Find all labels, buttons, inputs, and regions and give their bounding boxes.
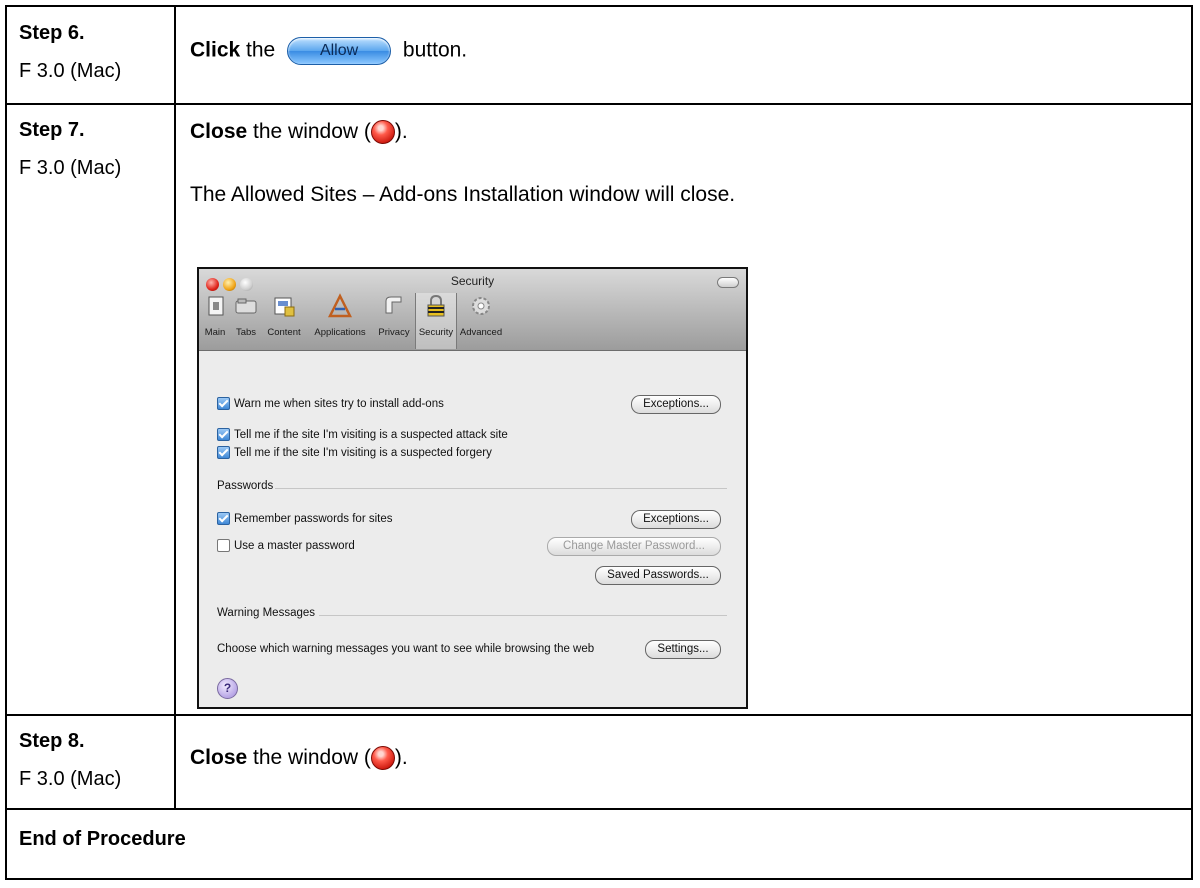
security-pane: Warn me when sites try to install add-on… [199, 351, 746, 707]
main-icon [208, 296, 224, 316]
warning-settings-button[interactable]: Settings... [645, 640, 721, 659]
gear-icon [472, 297, 490, 315]
instruction-text: the window ( [247, 746, 371, 769]
step-platform: F 3.0 (Mac) [19, 157, 122, 179]
warning-messages-section-header: Warning Messages [217, 607, 316, 619]
attack-site-option[interactable]: Tell me if the site I'm visiting is a su… [217, 427, 508, 443]
step-label-cell: Step 8. F 3.0 (Mac) [5, 714, 176, 810]
close-icon [370, 120, 395, 145]
step-instruction: Click the Allow button. [190, 37, 467, 65]
procedure-document: Step 6. F 3.0 (Mac) Click the Allow butt… [0, 0, 1200, 888]
warn-addons-checkbox[interactable] [217, 397, 230, 411]
option-label: Tell me if the site I'm visiting is a su… [234, 447, 492, 459]
tab-label: Applications [314, 327, 366, 338]
instruction-text: ). [394, 746, 408, 769]
remember-passwords-option[interactable]: Remember passwords for sites [217, 511, 393, 527]
tab-label: Privacy [378, 327, 410, 338]
applications-icon [327, 293, 353, 318]
help-button[interactable]: ? [217, 678, 238, 699]
window-title: Security [450, 274, 495, 288]
option-label: Remember passwords for sites [234, 513, 393, 525]
addons-exceptions-button[interactable]: Exceptions... [631, 395, 721, 414]
tab-security[interactable]: Security [415, 293, 457, 349]
end-cell: End of Procedure [5, 808, 1193, 880]
step-note: The Allowed Sites – Add-ons Installation… [190, 183, 736, 206]
master-password-checkbox[interactable] [217, 539, 230, 553]
change-master-password-button[interactable]: Change Master Password... [547, 537, 721, 556]
tab-content[interactable]: Content [263, 293, 305, 349]
instruction-verb: Close [190, 120, 248, 143]
tab-label: Tabs [235, 327, 257, 338]
step-row: Step 8. F 3.0 (Mac) Close the window (). [5, 714, 1193, 810]
option-label: Tell me if the site I'm visiting is a su… [234, 429, 508, 441]
option-label: Use a master password [234, 540, 355, 552]
attack-site-checkbox[interactable] [217, 428, 230, 442]
instruction-text: the window ( [247, 120, 371, 143]
window-titlebar: Security Main Tabs Content Applications … [199, 269, 746, 351]
step-row: Step 6. F 3.0 (Mac) Click the Allow butt… [5, 5, 1193, 105]
step-platform: F 3.0 (Mac) [19, 768, 122, 790]
warn-addons-option[interactable]: Warn me when sites try to install add-on… [217, 396, 444, 412]
tab-label: Security [418, 327, 454, 338]
instruction-text: button. [397, 38, 468, 62]
end-row: End of Procedure [5, 808, 1193, 880]
content-icon [274, 297, 295, 317]
instruction-verb: Click [190, 38, 241, 62]
master-password-option[interactable]: Use a master password [217, 538, 355, 554]
step-title: Step 7. [19, 119, 85, 141]
tab-tabs[interactable]: Tabs [233, 293, 259, 349]
passwords-exceptions-button[interactable]: Exceptions... [631, 510, 721, 529]
tab-applications[interactable]: Applications [309, 293, 371, 349]
tab-privacy[interactable]: Privacy [375, 293, 413, 349]
tab-label: Content [267, 327, 301, 338]
warning-messages-text: Choose which warning messages you want t… [217, 643, 595, 655]
tab-advanced[interactable]: Advanced [459, 293, 503, 349]
instruction-text: the [240, 38, 282, 62]
security-preferences-window: Security Main Tabs Content Applications … [197, 267, 748, 709]
step-instruction-cell: Click the Allow button. [174, 5, 1193, 105]
tabs-icon [235, 298, 257, 314]
allow-button-image: Allow [287, 37, 392, 65]
forgery-option[interactable]: Tell me if the site I'm visiting is a su… [217, 445, 492, 461]
close-icon [370, 746, 395, 771]
end-of-procedure: End of Procedure [19, 828, 186, 850]
step-title: Step 6. [19, 22, 85, 44]
step-platform: F 3.0 (Mac) [19, 60, 122, 82]
instruction-verb: Close [190, 746, 248, 769]
lock-icon [427, 294, 445, 317]
step-label-cell: Step 6. F 3.0 (Mac) [5, 5, 176, 105]
step-instruction: Close the window (). [190, 746, 408, 771]
step-title: Step 8. [19, 730, 85, 752]
divider [319, 615, 727, 616]
toolbar-toggle-icon[interactable] [717, 277, 739, 288]
step-instruction-cell: Close the window (). [174, 714, 1193, 810]
forgery-checkbox[interactable] [217, 446, 230, 460]
option-label: Warn me when sites try to install add-on… [234, 398, 444, 410]
divider [275, 488, 727, 489]
privacy-icon [385, 296, 402, 314]
step-instruction: Close the window (). [190, 120, 408, 145]
tab-main[interactable]: Main [203, 293, 227, 349]
instruction-text: ). [394, 120, 408, 143]
passwords-section-header: Passwords [217, 480, 274, 492]
tab-label: Advanced [459, 327, 503, 338]
step-label-cell: Step 7. F 3.0 (Mac) [5, 103, 176, 716]
saved-passwords-button[interactable]: Saved Passwords... [595, 566, 721, 585]
tab-label: Main [204, 327, 226, 338]
remember-passwords-checkbox[interactable] [217, 512, 230, 526]
